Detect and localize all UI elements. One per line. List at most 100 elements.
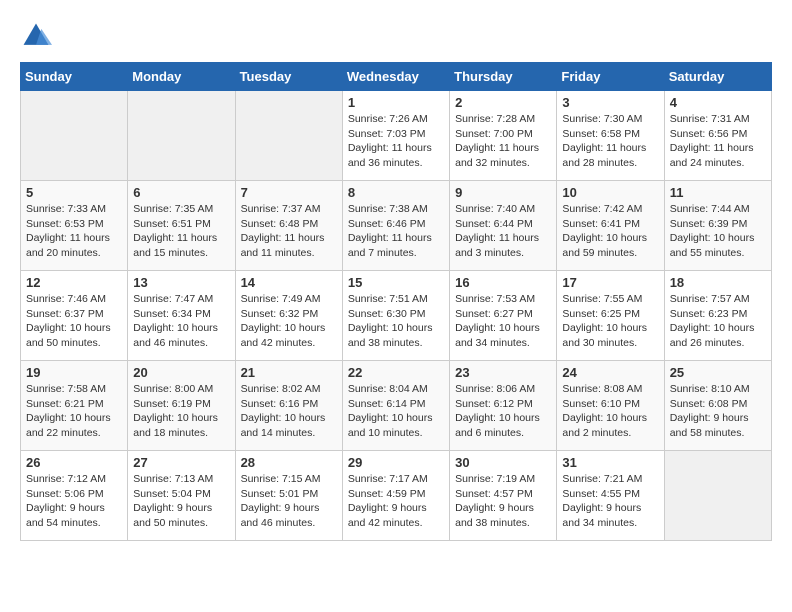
day-number: 11 bbox=[670, 185, 766, 200]
calendar-cell: 15Sunrise: 7:51 AMSunset: 6:30 PMDayligh… bbox=[342, 271, 449, 361]
day-number: 10 bbox=[562, 185, 658, 200]
calendar-cell: 20Sunrise: 8:00 AMSunset: 6:19 PMDayligh… bbox=[128, 361, 235, 451]
calendar-cell: 9 Sunrise: 7:40 AMSunset: 6:44 PMDaylight… bbox=[450, 181, 557, 271]
calendar-cell bbox=[664, 451, 771, 541]
day-info: Sunrise: 7:31 AMSunset: 6:56 PMDaylight:… bbox=[670, 112, 766, 171]
calendar-cell bbox=[21, 91, 128, 181]
calendar-cell: 1 Sunrise: 7:26 AMSunset: 7:03 PMDaylight… bbox=[342, 91, 449, 181]
day-number: 12 bbox=[26, 275, 122, 290]
calendar-cell: 17Sunrise: 7:55 AMSunset: 6:25 PMDayligh… bbox=[557, 271, 664, 361]
calendar-cell: 12 Sunrise: 7:46 AMSunset: 6:37 PMDayligh… bbox=[21, 271, 128, 361]
day-number: 3 bbox=[562, 95, 658, 110]
calendar-cell: 30Sunrise: 7:19 AMSunset: 4:57 PMDayligh… bbox=[450, 451, 557, 541]
day-info: Sunrise: 7:46 AMSunset: 6:37 PMDaylight:… bbox=[26, 292, 122, 351]
header-day: Thursday bbox=[450, 63, 557, 91]
calendar-week-row: 12 Sunrise: 7:46 AMSunset: 6:37 PMDayligh… bbox=[21, 271, 772, 361]
day-number: 13 bbox=[133, 275, 229, 290]
calendar-week-row: 1 Sunrise: 7:26 AMSunset: 7:03 PMDaylight… bbox=[21, 91, 772, 181]
calendar-cell: 28 Sunrise: 7:15 AMSunset: 5:01 PMDayligh… bbox=[235, 451, 342, 541]
day-number: 29 bbox=[348, 455, 444, 470]
day-number: 23 bbox=[455, 365, 551, 380]
calendar-cell: 10Sunrise: 7:42 AMSunset: 6:41 PMDayligh… bbox=[557, 181, 664, 271]
calendar-cell: 21 Sunrise: 8:02 AMSunset: 6:16 PMDayligh… bbox=[235, 361, 342, 451]
day-info: Sunrise: 7:57 AMSunset: 6:23 PMDaylight:… bbox=[670, 292, 766, 351]
day-number: 21 bbox=[241, 365, 337, 380]
calendar-cell: 4 Sunrise: 7:31 AMSunset: 6:56 PMDaylight… bbox=[664, 91, 771, 181]
calendar-cell: 24 Sunrise: 8:08 AMSunset: 6:10 PMDayligh… bbox=[557, 361, 664, 451]
calendar-cell: 11Sunrise: 7:44 AMSunset: 6:39 PMDayligh… bbox=[664, 181, 771, 271]
day-number: 6 bbox=[133, 185, 229, 200]
day-info: Sunrise: 7:49 AMSunset: 6:32 PMDaylight:… bbox=[241, 292, 337, 351]
day-info: Sunrise: 7:21 AMSunset: 4:55 PMDaylight:… bbox=[562, 472, 658, 531]
calendar-week-row: 5Sunrise: 7:33 AMSunset: 6:53 PMDaylight… bbox=[21, 181, 772, 271]
calendar-cell: 7 Sunrise: 7:37 AMSunset: 6:48 PMDaylight… bbox=[235, 181, 342, 271]
day-info: Sunrise: 7:26 AMSunset: 7:03 PMDaylight:… bbox=[348, 112, 444, 171]
calendar-cell: 16 Sunrise: 7:53 AMSunset: 6:27 PMDayligh… bbox=[450, 271, 557, 361]
calendar-cell: 22 Sunrise: 8:04 AMSunset: 6:14 PMDayligh… bbox=[342, 361, 449, 451]
day-number: 18 bbox=[670, 275, 766, 290]
logo bbox=[20, 20, 56, 52]
calendar-cell bbox=[235, 91, 342, 181]
calendar-week-row: 26 Sunrise: 7:12 AMSunset: 5:06 PMDayligh… bbox=[21, 451, 772, 541]
day-info: Sunrise: 7:35 AMSunset: 6:51 PMDaylight:… bbox=[133, 202, 229, 261]
calendar-cell: 8 Sunrise: 7:38 AMSunset: 6:46 PMDaylight… bbox=[342, 181, 449, 271]
calendar-cell: 27 Sunrise: 7:13 AMSunset: 5:04 PMDayligh… bbox=[128, 451, 235, 541]
day-number: 26 bbox=[26, 455, 122, 470]
calendar-cell: 23 Sunrise: 8:06 AMSunset: 6:12 PMDayligh… bbox=[450, 361, 557, 451]
header-day: Tuesday bbox=[235, 63, 342, 91]
header-day: Friday bbox=[557, 63, 664, 91]
day-number: 4 bbox=[670, 95, 766, 110]
day-number: 14 bbox=[241, 275, 337, 290]
day-info: Sunrise: 7:13 AMSunset: 5:04 PMDaylight:… bbox=[133, 472, 229, 531]
page-header bbox=[20, 20, 772, 52]
calendar-table: SundayMondayTuesdayWednesdayThursdayFrid… bbox=[20, 62, 772, 541]
day-number: 24 bbox=[562, 365, 658, 380]
day-info: Sunrise: 8:02 AMSunset: 6:16 PMDaylight:… bbox=[241, 382, 337, 441]
calendar-cell: 25Sunrise: 8:10 AMSunset: 6:08 PMDayligh… bbox=[664, 361, 771, 451]
day-info: Sunrise: 8:08 AMSunset: 6:10 PMDaylight:… bbox=[562, 382, 658, 441]
logo-icon bbox=[20, 20, 52, 52]
day-number: 8 bbox=[348, 185, 444, 200]
calendar-week-row: 19Sunrise: 7:58 AMSunset: 6:21 PMDayligh… bbox=[21, 361, 772, 451]
day-info: Sunrise: 7:37 AMSunset: 6:48 PMDaylight:… bbox=[241, 202, 337, 261]
day-number: 9 bbox=[455, 185, 551, 200]
day-info: Sunrise: 7:17 AMSunset: 4:59 PMDaylight:… bbox=[348, 472, 444, 531]
calendar-cell: 19Sunrise: 7:58 AMSunset: 6:21 PMDayligh… bbox=[21, 361, 128, 451]
calendar-header: SundayMondayTuesdayWednesdayThursdayFrid… bbox=[21, 63, 772, 91]
day-number: 27 bbox=[133, 455, 229, 470]
header-row: SundayMondayTuesdayWednesdayThursdayFrid… bbox=[21, 63, 772, 91]
day-number: 22 bbox=[348, 365, 444, 380]
day-info: Sunrise: 7:58 AMSunset: 6:21 PMDaylight:… bbox=[26, 382, 122, 441]
day-info: Sunrise: 7:12 AMSunset: 5:06 PMDaylight:… bbox=[26, 472, 122, 531]
calendar-cell: 3 Sunrise: 7:30 AMSunset: 6:58 PMDaylight… bbox=[557, 91, 664, 181]
calendar-cell: 29 Sunrise: 7:17 AMSunset: 4:59 PMDayligh… bbox=[342, 451, 449, 541]
calendar-cell: 2Sunrise: 7:28 AMSunset: 7:00 PMDaylight… bbox=[450, 91, 557, 181]
day-number: 31 bbox=[562, 455, 658, 470]
day-number: 30 bbox=[455, 455, 551, 470]
day-number: 7 bbox=[241, 185, 337, 200]
day-number: 17 bbox=[562, 275, 658, 290]
day-number: 25 bbox=[670, 365, 766, 380]
day-info: Sunrise: 7:53 AMSunset: 6:27 PMDaylight:… bbox=[455, 292, 551, 351]
day-number: 28 bbox=[241, 455, 337, 470]
calendar-cell: 13 Sunrise: 7:47 AMSunset: 6:34 PMDayligh… bbox=[128, 271, 235, 361]
header-day: Saturday bbox=[664, 63, 771, 91]
header-day: Wednesday bbox=[342, 63, 449, 91]
day-info: Sunrise: 8:04 AMSunset: 6:14 PMDaylight:… bbox=[348, 382, 444, 441]
calendar-cell: 14 Sunrise: 7:49 AMSunset: 6:32 PMDayligh… bbox=[235, 271, 342, 361]
day-number: 20 bbox=[133, 365, 229, 380]
calendar-cell: 26 Sunrise: 7:12 AMSunset: 5:06 PMDayligh… bbox=[21, 451, 128, 541]
day-info: Sunrise: 7:47 AMSunset: 6:34 PMDaylight:… bbox=[133, 292, 229, 351]
day-number: 16 bbox=[455, 275, 551, 290]
day-info: Sunrise: 7:33 AMSunset: 6:53 PMDaylight:… bbox=[26, 202, 122, 261]
day-info: Sunrise: 7:51 AMSunset: 6:30 PMDaylight:… bbox=[348, 292, 444, 351]
day-info: Sunrise: 7:40 AMSunset: 6:44 PMDaylight:… bbox=[455, 202, 551, 261]
header-day: Sunday bbox=[21, 63, 128, 91]
day-number: 1 bbox=[348, 95, 444, 110]
day-info: Sunrise: 7:38 AMSunset: 6:46 PMDaylight:… bbox=[348, 202, 444, 261]
day-info: Sunrise: 7:15 AMSunset: 5:01 PMDaylight:… bbox=[241, 472, 337, 531]
day-info: Sunrise: 8:06 AMSunset: 6:12 PMDaylight:… bbox=[455, 382, 551, 441]
day-info: Sunrise: 7:30 AMSunset: 6:58 PMDaylight:… bbox=[562, 112, 658, 171]
calendar-cell: 6 Sunrise: 7:35 AMSunset: 6:51 PMDaylight… bbox=[128, 181, 235, 271]
day-info: Sunrise: 7:28 AMSunset: 7:00 PMDaylight:… bbox=[455, 112, 551, 171]
